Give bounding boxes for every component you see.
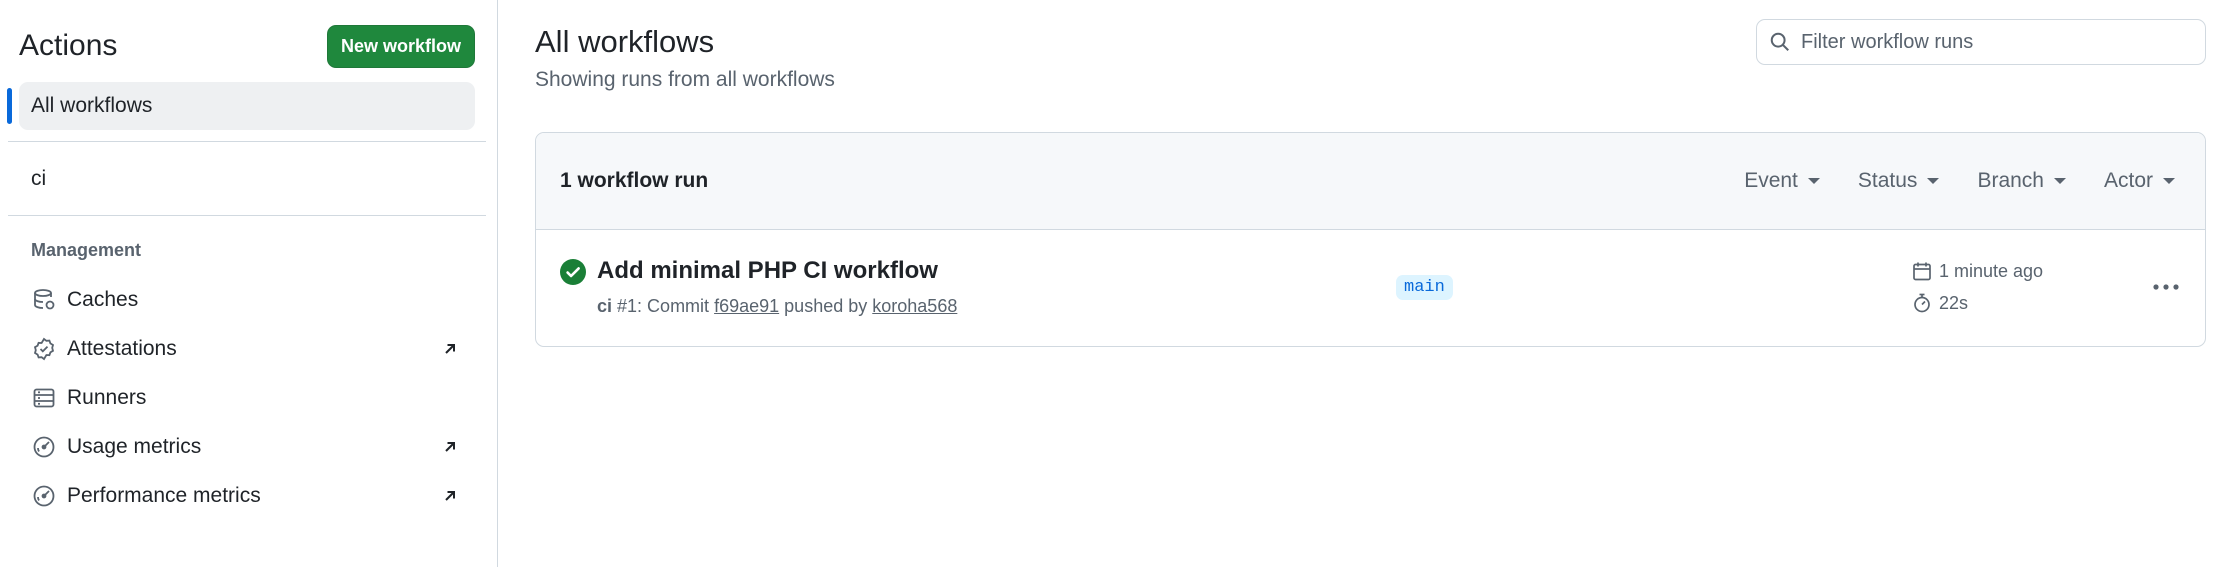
run-count: 1 workflow run [560,169,709,192]
search-icon [1769,31,1791,53]
verified-icon [31,336,57,362]
filter-runs-search[interactable] [1756,19,2206,65]
filter-status-dropdown[interactable]: Status [1858,169,1940,193]
new-workflow-button[interactable]: New workflow [326,24,475,68]
duration: 22s [1939,292,1969,313]
caret-down-icon [1807,178,1820,184]
calendar-icon [1911,260,1933,282]
divider [8,215,486,216]
filter-event-dropdown[interactable]: Event [1744,169,1820,193]
run-title-link[interactable]: Add minimal PHP CI workflow [597,257,938,285]
server-icon [31,385,57,411]
sidebar: Actions New workflow All workflows ci Ma… [0,0,498,567]
nav-item-caches[interactable]: Caches [19,278,475,322]
nav-item-label: Caches [67,288,139,311]
nav-item-attestations[interactable]: Attestations [19,327,475,371]
filter-branch-dropdown[interactable]: Branch [1977,169,2066,193]
caret-down-icon [1927,178,1940,184]
meter-icon [31,483,57,509]
meter-icon [31,434,57,460]
active-indicator [7,88,12,124]
check-circle-icon [560,259,586,290]
arrow-up-right-icon [439,436,461,458]
caret-down-icon [2163,178,2175,184]
search-input[interactable] [1801,30,2181,54]
commit-link[interactable]: f69ae91 [714,296,779,316]
workflow-runs-box: 1 workflow run Event Status Branch Actor [535,132,2206,347]
nav-item-ci[interactable]: ci [19,157,475,201]
nav-item-label: Attestations [67,337,177,360]
nav-item-runners[interactable]: Runners [19,376,475,420]
database-icon [31,287,57,313]
nav-item-label: Usage metrics [67,435,202,458]
arrow-up-right-icon [439,485,461,507]
sidebar-header: Actions New workflow [19,24,475,68]
nav-item-label: Performance metrics [67,484,261,507]
nav-item-usage-metrics[interactable]: Usage metrics [19,425,475,469]
workflow-run-row: Add minimal PHP CI workflow ci #1: Commi… [536,230,2205,346]
run-number: #1: Commit [617,296,710,316]
page-subtitle: Showing runs from all workflows [535,68,835,91]
run-workflow-name: ci [597,296,613,316]
management-heading: Management [31,240,142,260]
filter-label: Status [1857,169,1918,192]
page-title: All workflows [535,24,715,59]
arrow-up-right-icon [439,338,461,360]
actor-link[interactable]: koroha568 [872,296,957,316]
filter-label: Event [1744,169,1798,192]
filter-bar: Event Status Branch Actor [1706,169,2175,193]
branch-label[interactable]: main [1396,275,1453,300]
filter-label: Branch [1977,169,2044,192]
run-time: 1 minute ago [1911,260,2043,282]
stopwatch-icon [1911,292,1933,314]
nav-item-label: Runners [67,386,147,409]
kebab-menu-icon[interactable] [2148,272,2184,302]
divider [8,141,486,142]
sidebar-title: Actions [19,29,118,62]
caret-down-icon [2053,178,2066,184]
run-duration: 22s [1911,292,1968,314]
filter-label: Actor [2103,169,2153,192]
time-ago: 1 minute ago [1939,260,2044,281]
pushed-by-text: pushed by [784,296,868,316]
filter-actor-dropdown[interactable]: Actor [2104,169,2175,193]
nav-item-performance-metrics[interactable]: Performance metrics [19,474,475,518]
runs-header: 1 workflow run Event Status Branch Actor [536,133,2205,230]
nav-item-all-workflows[interactable]: All workflows [19,82,475,130]
run-meta: ci #1: Commit f69ae91 pushed by koroha56… [597,296,957,317]
